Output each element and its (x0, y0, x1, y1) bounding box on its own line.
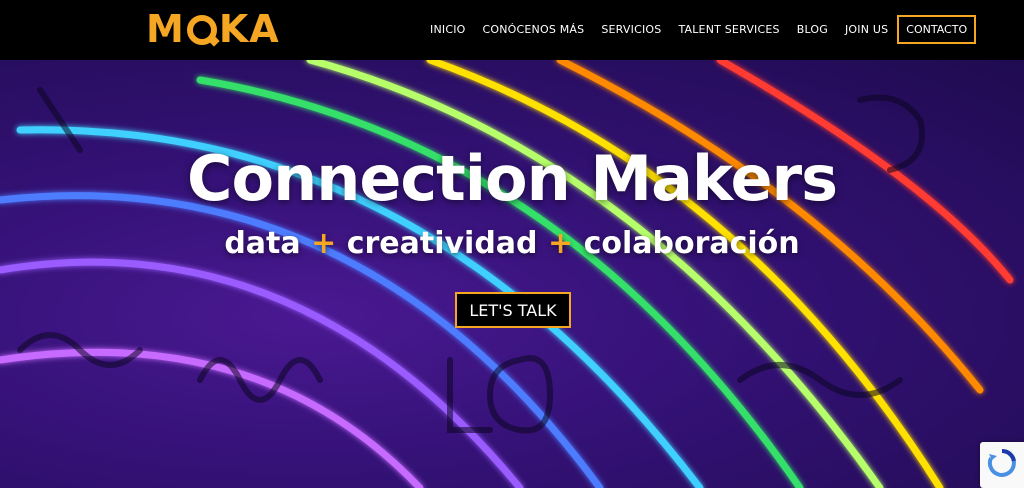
subtitle-creatividad: creatividad (346, 226, 538, 261)
nav-item-conocenos[interactable]: CONÓCENOS MÁS (483, 23, 585, 36)
main-nav: INICIO CONÓCENOS MÁS SERVICIOS TALENT SE… (430, 15, 977, 44)
logo-letters-ka: KA (218, 7, 280, 51)
nav-item-talent-services[interactable]: TALENT SERVICES (678, 23, 779, 36)
hero-title: Connection Makers (186, 142, 838, 215)
lets-talk-button[interactable]: LET'S TALK (455, 292, 571, 328)
nav-item-join-us[interactable]: JOIN US (845, 23, 888, 36)
nav-item-servicios[interactable]: SERVICIOS (601, 23, 661, 36)
hero-subtitle: data + creatividad + colaboración (0, 226, 1024, 261)
site-header: M KA INICIO CONÓCENOS MÁS SERVICIOS TALE… (0, 0, 1024, 60)
logo-o-icon (186, 15, 217, 45)
subtitle-plus-1: + (311, 226, 337, 261)
contacto-button[interactable]: CONTACTO (897, 15, 977, 44)
nav-item-blog[interactable]: BLOG (797, 23, 828, 36)
subtitle-colaboracion: colaboración (583, 226, 800, 261)
moka-logo[interactable]: M KA (146, 7, 280, 51)
logo-letter-m: M (146, 7, 185, 51)
nav-item-inicio[interactable]: INICIO (430, 23, 466, 36)
recaptcha-badge-icon[interactable] (980, 442, 1024, 488)
hero-section: Connection Makers data + creatividad + c… (0, 60, 1024, 488)
subtitle-plus-2: + (547, 226, 574, 261)
neon-rainbow-background (0, 60, 1024, 488)
subtitle-data: data (224, 226, 301, 261)
